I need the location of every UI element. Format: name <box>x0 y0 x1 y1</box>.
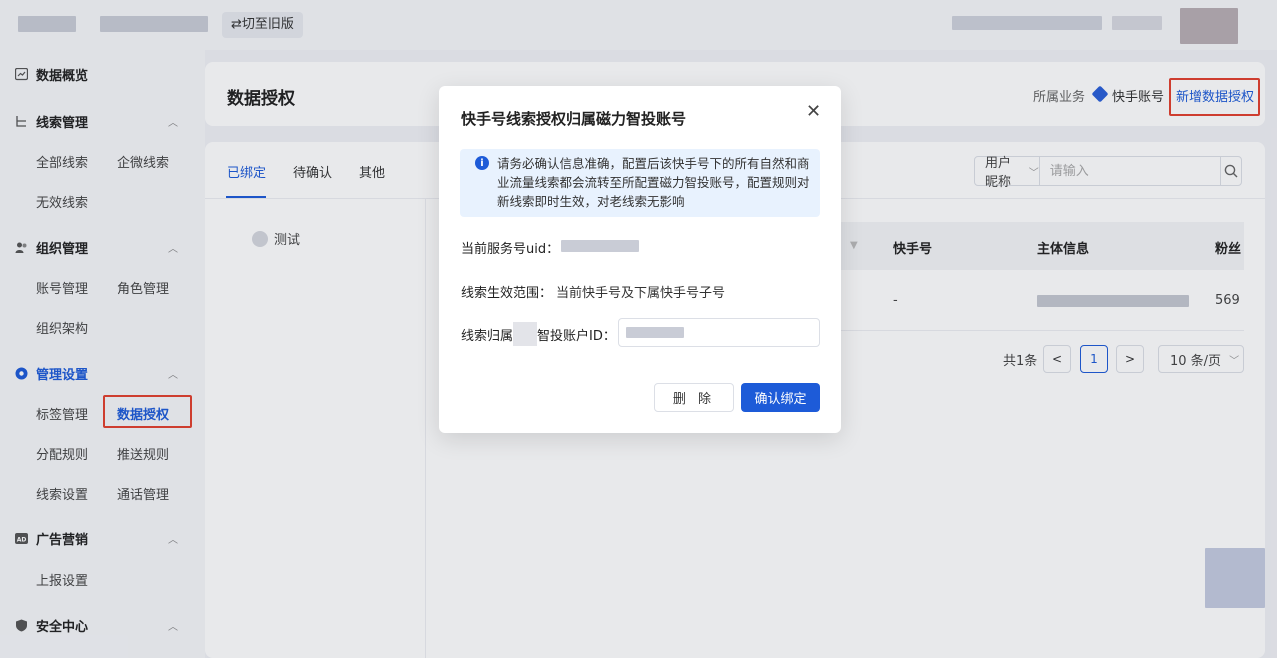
account-id-label-start: 线索归属 <box>461 329 514 344</box>
input-value-redacted <box>626 327 684 338</box>
notice-banner: i 请务必确认信息准确，配置后该快手号下的所有自然和商业流量线索都会流转至所配置… <box>460 149 820 217</box>
bind-account-dialog: 快手号线索授权归属磁力智投账号 ✕ i 请务必确认信息准确，配置后该快手号下的所… <box>439 86 841 433</box>
scope-value: 当前快手号及下属快手号子号 <box>556 286 726 301</box>
account-id-input[interactable] <box>618 318 820 347</box>
close-icon[interactable]: ✕ <box>806 101 821 122</box>
info-icon: i <box>475 156 489 170</box>
scope-label: 线索生效范围： <box>461 286 553 301</box>
confirm-bind-button[interactable]: 确认绑定 <box>741 383 820 412</box>
account-id-label-end: 智投账户ID： <box>537 329 616 344</box>
notice-text: 请务必确认信息准确，配置后该快手号下的所有自然和商业流量线索都会流转至所配置磁力… <box>497 156 810 209</box>
uid-label: 当前服务号uid： <box>461 242 560 257</box>
uid-value-redacted <box>561 240 639 252</box>
delete-button[interactable]: 删 除 <box>654 383 734 412</box>
account-id-label: 线索归属 智投账户ID： <box>461 321 616 346</box>
redacted-text <box>513 321 538 346</box>
dialog-title: 快手号线索授权归属磁力智投账号 <box>461 110 687 128</box>
